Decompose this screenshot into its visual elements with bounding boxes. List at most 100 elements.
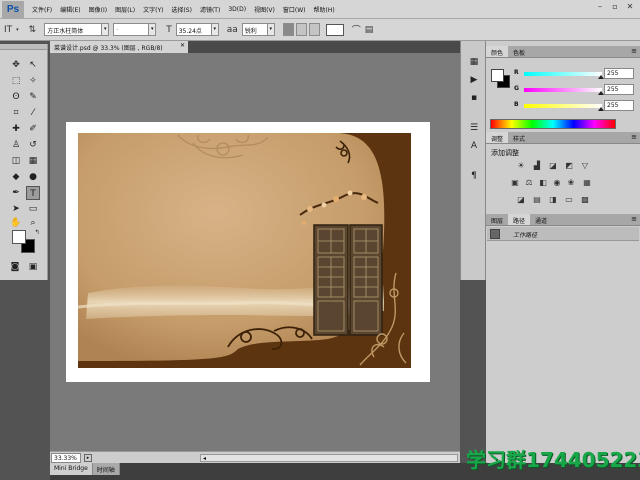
align-right-button[interactable] xyxy=(308,23,320,36)
gradient-map-icon[interactable]: ▭ xyxy=(564,195,574,205)
tab-adjustments[interactable]: 调整 xyxy=(486,132,509,143)
paths-list-area[interactable] xyxy=(487,242,639,462)
path-select-icon[interactable]: ➤ xyxy=(9,202,23,216)
selective-color-icon[interactable]: ▩ xyxy=(580,195,590,205)
vibrance-icon[interactable]: ▽ xyxy=(580,161,590,171)
menu-3d[interactable]: 3D(D) xyxy=(228,6,246,13)
font-family-field[interactable]: 方正水柱简体 xyxy=(44,23,103,36)
font-style-field[interactable]: - xyxy=(113,23,150,36)
levels-icon[interactable]: ▟ xyxy=(532,161,542,171)
menu-view[interactable]: 视图(V) xyxy=(254,5,275,14)
type-tool-icon[interactable]: T xyxy=(26,186,40,200)
toolbar-grip[interactable] xyxy=(0,44,47,50)
menu-filter[interactable]: 滤镜(T) xyxy=(200,5,220,14)
paragraph-icon[interactable]: ☰ xyxy=(467,121,481,135)
canvas-workspace[interactable] xyxy=(50,53,460,451)
move-tool-icon[interactable]: ✥ xyxy=(9,58,23,72)
green-track[interactable] xyxy=(524,88,602,92)
tab-paths[interactable]: 路径 xyxy=(508,214,531,225)
exposure-icon[interactable]: ◩ xyxy=(564,161,574,171)
properties-icon[interactable]: ▪ xyxy=(467,91,481,105)
menu-image[interactable]: 图像(I) xyxy=(89,5,107,14)
curves-icon[interactable]: ◪ xyxy=(548,161,558,171)
blue-track[interactable] xyxy=(524,104,602,108)
quick-select-icon[interactable]: ✎ xyxy=(26,90,40,104)
posterize-icon[interactable]: ▤ xyxy=(532,195,542,205)
dodge-tool-icon[interactable]: ● xyxy=(26,170,40,184)
font-size-dropdown-icon[interactable]: ▾ xyxy=(210,23,219,36)
artboard-tool-icon[interactable]: ↖ xyxy=(26,58,40,72)
document-canvas[interactable] xyxy=(66,122,430,382)
red-value[interactable]: 255 xyxy=(604,68,634,79)
black-white-icon[interactable]: ◧ xyxy=(538,178,548,188)
color-lookup-icon[interactable]: ▦ xyxy=(582,178,592,188)
red-slider[interactable]: R 255 xyxy=(514,68,636,80)
dropdown-icon[interactable]: ▾ xyxy=(16,27,19,33)
type-tool-icon[interactable]: IT xyxy=(4,25,12,35)
brightness-icon[interactable]: ☀ xyxy=(516,161,526,171)
scroll-left-icon[interactable]: ◂ xyxy=(203,455,206,462)
menu-select[interactable]: 选择(S) xyxy=(171,5,192,14)
antialias-dropdown-icon[interactable]: ▾ xyxy=(266,23,275,36)
character-icon[interactable]: A xyxy=(467,139,481,153)
text-color-swatch[interactable] xyxy=(325,23,344,36)
green-value[interactable]: 255 xyxy=(604,84,634,95)
antialias-field[interactable]: 锐利 xyxy=(241,23,268,36)
blue-value[interactable]: 255 xyxy=(604,100,634,111)
clone-stamp-icon[interactable]: ♙ xyxy=(9,138,23,152)
quick-mask-icon[interactable]: ◙ xyxy=(8,260,22,274)
document-tab[interactable]: 菜谱设计.psd @ 33.3% (图层 , RGB/8) ✕ xyxy=(50,41,188,53)
tab-swatches[interactable]: 色板 xyxy=(508,46,530,57)
brush-tool-icon[interactable]: ✐ xyxy=(26,122,40,136)
history-icon[interactable]: ▦ xyxy=(467,55,481,69)
tab-layers[interactable]: 图层 xyxy=(486,214,508,225)
blue-slider[interactable]: B 255 xyxy=(514,100,636,112)
color-spectrum[interactable] xyxy=(490,119,616,129)
character-panel-icon[interactable]: ▤ xyxy=(365,25,374,35)
pen-tool-icon[interactable]: ✒ xyxy=(9,186,23,200)
screen-mode-icon[interactable]: ▣ xyxy=(26,260,40,274)
zoom-field[interactable]: 33.33% xyxy=(51,452,81,463)
tab-color[interactable]: 颜色 xyxy=(486,46,509,57)
invert-icon[interactable]: ◪ xyxy=(516,195,526,205)
tab-channels[interactable]: 通道 xyxy=(530,214,552,225)
hand-tool-icon[interactable]: ✋ xyxy=(9,216,23,230)
align-left-button[interactable] xyxy=(282,23,294,36)
paragraph-styles-icon[interactable]: ¶ xyxy=(467,169,481,183)
crop-tool-icon[interactable]: ⌗ xyxy=(9,106,23,120)
eraser-tool-icon[interactable]: ◫ xyxy=(9,154,23,168)
history-brush-icon[interactable]: ↺ xyxy=(26,138,40,152)
menu-type[interactable]: 文字(Y) xyxy=(143,5,163,14)
lasso-tool-icon[interactable]: ʘ xyxy=(9,90,23,104)
font-style-dropdown-icon[interactable]: ▾ xyxy=(148,23,157,36)
foreground-color-swatch[interactable] xyxy=(12,230,26,244)
close-icon[interactable]: ✕ xyxy=(180,42,185,49)
color-foreground-swatch[interactable] xyxy=(491,69,504,82)
healing-brush-icon[interactable]: ✚ xyxy=(9,122,23,136)
hue-saturation-icon[interactable]: ▣ xyxy=(510,178,520,188)
menu-layer[interactable]: 图层(L) xyxy=(115,5,135,14)
menu-window[interactable]: 窗口(W) xyxy=(283,5,306,14)
magic-wand-icon[interactable]: ✧ xyxy=(26,74,40,88)
shape-tool-icon[interactable]: ▭ xyxy=(26,202,40,216)
font-family-dropdown-icon[interactable]: ▾ xyxy=(101,23,110,36)
panel-menu-icon[interactable]: ≡ xyxy=(631,47,637,55)
text-orientation-icon[interactable]: ⇅ xyxy=(29,25,37,35)
eyedropper-icon[interactable]: ⁄ xyxy=(26,106,40,120)
red-track[interactable] xyxy=(524,72,602,76)
photo-filter-icon[interactable]: ◉ xyxy=(552,178,562,188)
close-icon[interactable]: ✕ xyxy=(624,2,636,13)
path-row[interactable]: 工作路径 xyxy=(487,227,639,241)
panel-menu-icon[interactable]: ≡ xyxy=(631,133,637,141)
menu-help[interactable]: 帮助(H) xyxy=(314,5,335,14)
panel-menu-icon[interactable]: ≡ xyxy=(631,215,637,223)
font-size-field[interactable]: 35.24点 xyxy=(175,23,212,36)
blur-tool-icon[interactable]: ◆ xyxy=(9,170,23,184)
menu-file[interactable]: 文件(F) xyxy=(32,5,52,14)
channel-mixer-icon[interactable]: ❀ xyxy=(566,178,576,188)
warp-text-icon[interactable]: ⌒ xyxy=(352,23,361,36)
minimize-icon[interactable]: – xyxy=(594,2,606,13)
tab-timeline[interactable]: 时间轴 xyxy=(92,463,120,475)
menu-edit[interactable]: 编辑(E) xyxy=(60,5,80,14)
swap-colors-icon[interactable]: ↰ xyxy=(30,226,44,240)
